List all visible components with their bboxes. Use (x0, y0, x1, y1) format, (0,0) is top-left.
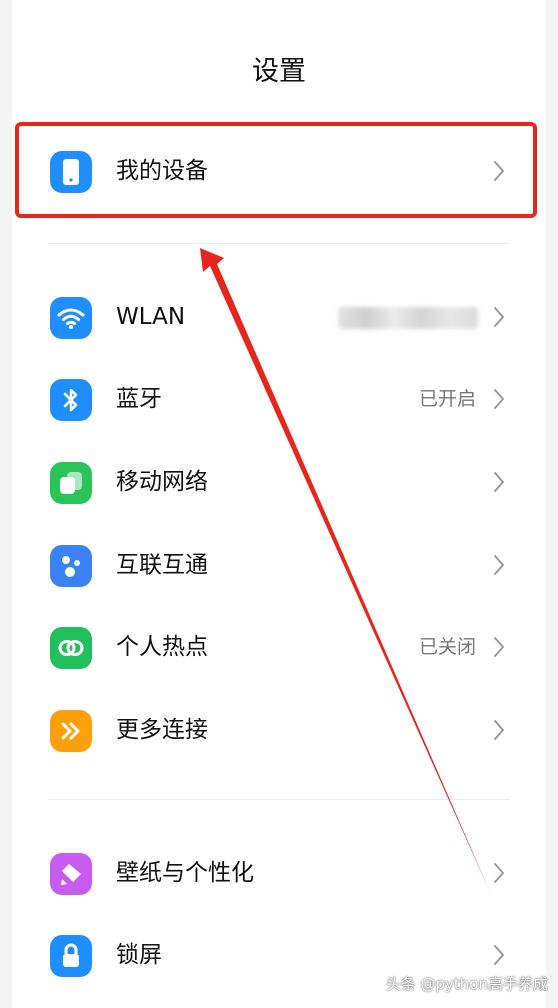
more-connections-icon (50, 710, 92, 752)
settings-item-label: 蓝牙 (116, 386, 162, 412)
chevron-right-icon (494, 472, 504, 492)
settings-item-mobile-network[interactable]: 移动网络 (12, 442, 546, 522)
wallpaper-icon (50, 853, 92, 895)
settings-item-label: 个人热点 (116, 634, 208, 660)
hotspot-status: 已关闭 (418, 636, 476, 658)
chevron-right-icon (494, 637, 504, 657)
interconnect-icon (50, 545, 92, 587)
chevron-right-icon (494, 863, 504, 883)
settings-item-label: WLAN (116, 304, 186, 330)
wifi-icon (50, 297, 92, 339)
settings-item-label: 更多连接 (116, 717, 208, 743)
chevron-right-icon (494, 555, 504, 575)
mobile-network-icon (50, 462, 92, 504)
lock-icon (50, 935, 92, 977)
settings-item-label: 锁屏 (116, 942, 162, 968)
watermark: 头条 @python高手养成 (385, 975, 548, 993)
bluetooth-icon (50, 379, 92, 421)
wifi-network-name-redacted (338, 307, 478, 329)
divider (48, 243, 510, 244)
chevron-right-icon (494, 720, 504, 740)
highlight-box (15, 122, 537, 218)
settings-item-wlan[interactable]: WLAN (12, 277, 546, 357)
settings-item-wallpaper[interactable]: 壁纸与个性化 (12, 833, 546, 913)
chevron-right-icon (494, 307, 504, 327)
settings-item-label: 壁纸与个性化 (116, 860, 254, 886)
hotspot-icon (50, 627, 92, 669)
settings-item-label: 互联互通 (116, 552, 208, 578)
settings-item-interconnect[interactable]: 互联互通 (12, 525, 546, 605)
settings-item-label: 移动网络 (116, 469, 208, 495)
chevron-right-icon (494, 389, 504, 409)
settings-item-more-connections[interactable]: 更多连接 (12, 690, 546, 770)
divider (48, 799, 510, 800)
bluetooth-status: 已开启 (418, 388, 476, 410)
settings-item-bluetooth[interactable]: 蓝牙 已开启 (12, 359, 546, 439)
chevron-right-icon (494, 945, 504, 965)
page-title: 设置 (252, 56, 306, 87)
settings-item-hotspot[interactable]: 个人热点 已关闭 (12, 607, 546, 687)
